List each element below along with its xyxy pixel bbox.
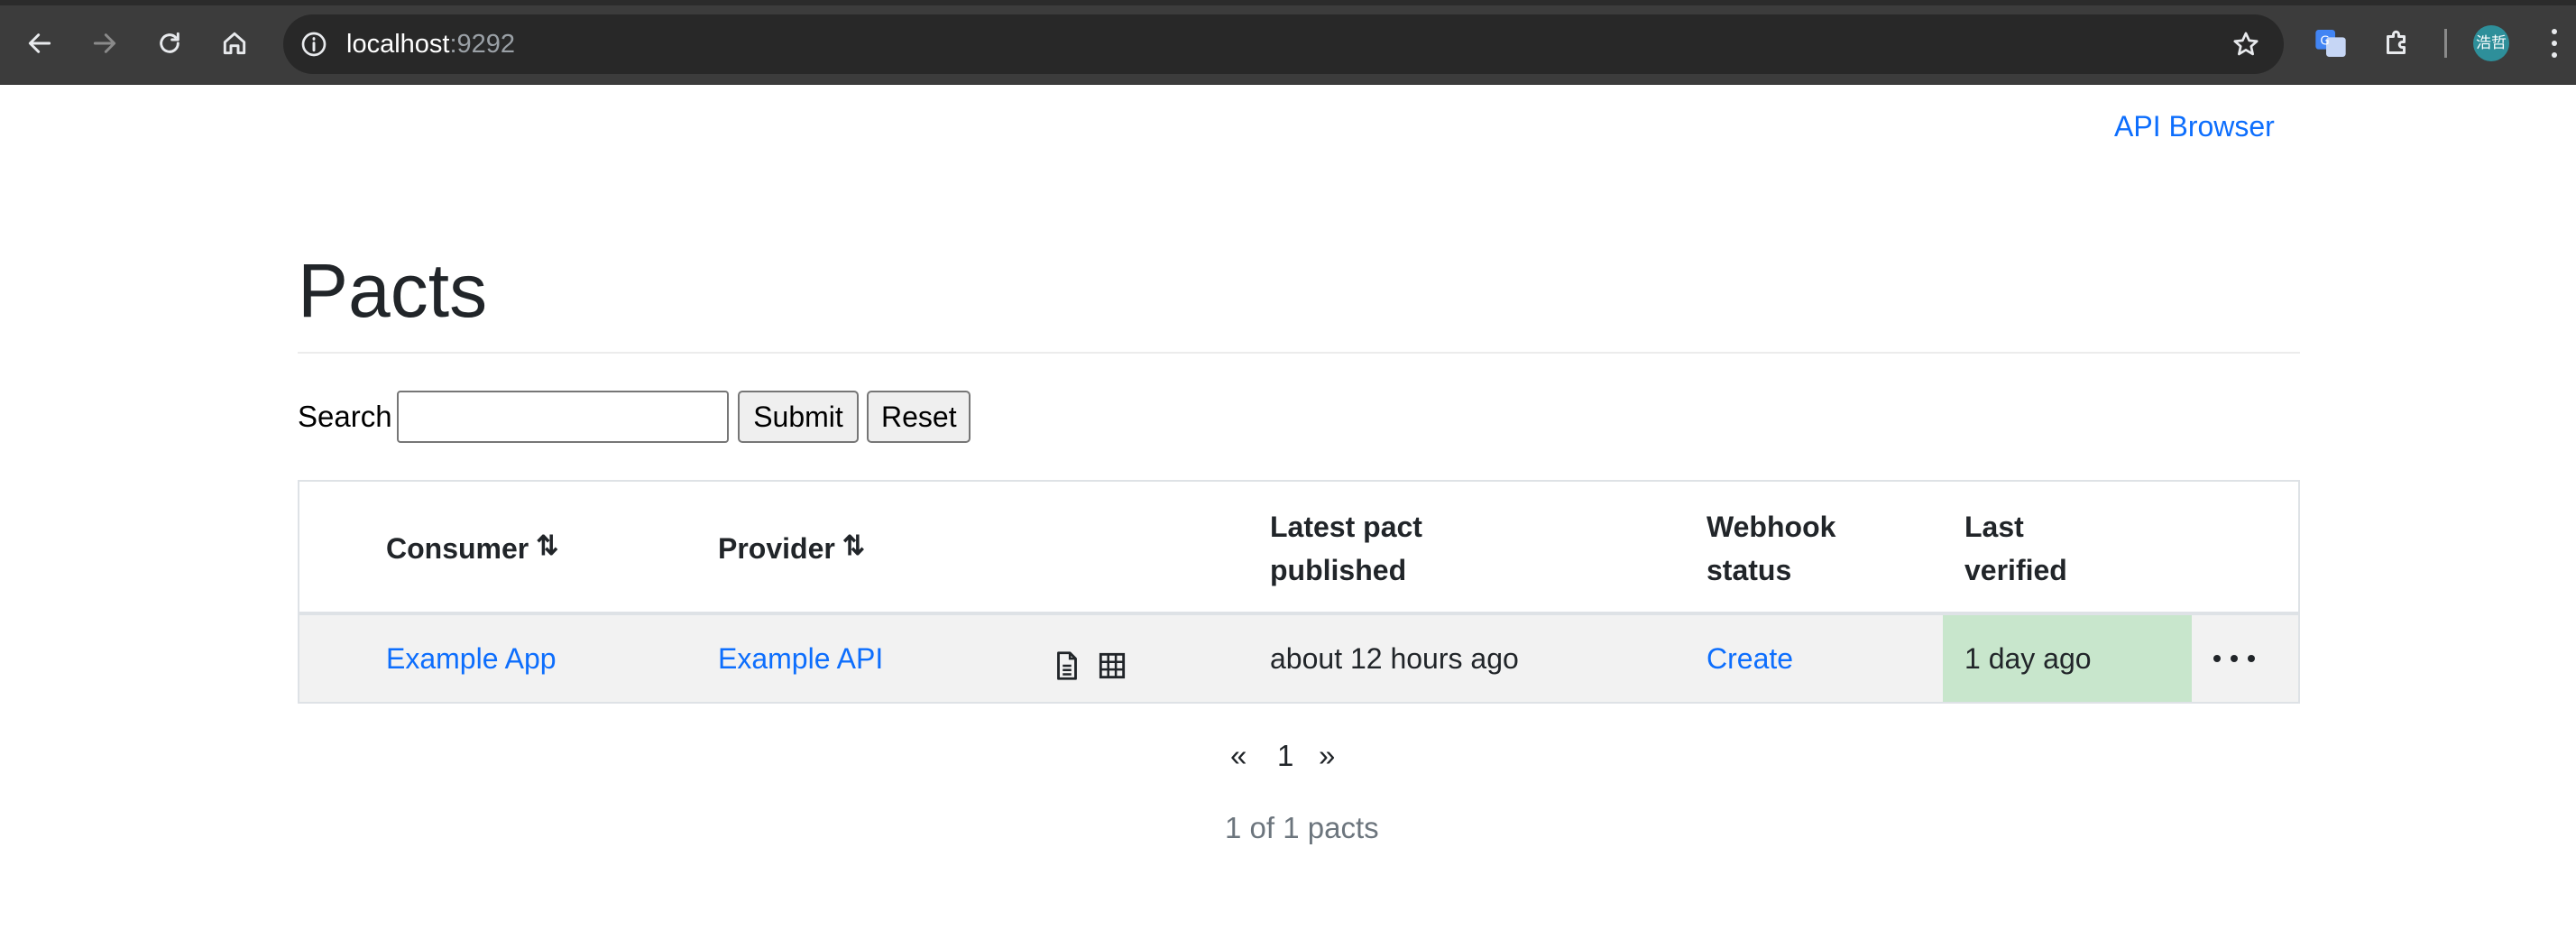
menu-dot xyxy=(2552,52,2557,58)
menu-dot xyxy=(2552,29,2557,34)
address-bar[interactable]: localhost:9292 xyxy=(283,14,2284,74)
ellipsis-icon xyxy=(2213,655,2221,662)
webhook-status-column-header: Webhook status xyxy=(1707,505,1835,592)
document-icon[interactable] xyxy=(1050,649,1084,683)
last-verified-cell: 1 day ago xyxy=(1943,615,2192,702)
page-title: Pacts xyxy=(298,248,488,333)
url-port: :9292 xyxy=(449,30,516,59)
search-input[interactable] xyxy=(397,391,729,443)
consumer-header-label: Consumer xyxy=(386,532,529,565)
profile-avatar[interactable]: 浩哲 xyxy=(2473,25,2509,61)
sort-icon[interactable]: ⇅ xyxy=(842,531,865,561)
consumer-column-header[interactable]: Consumer ⇅ xyxy=(386,527,558,572)
header-line: Webhook xyxy=(1707,511,1836,543)
last-verified-column-header: Last verified xyxy=(1964,505,2067,592)
pagination-summary: 1 of 1 pacts xyxy=(1225,811,1379,844)
header-line: status xyxy=(1707,554,1792,586)
puzzle-icon xyxy=(2387,30,2406,54)
reset-button[interactable]: Reset xyxy=(867,391,971,443)
bookmark-button[interactable] xyxy=(2228,26,2264,62)
back-arrow-icon xyxy=(28,33,51,53)
menu-dot xyxy=(2552,41,2557,46)
toolbar-separator xyxy=(2444,29,2447,58)
url-host: localhost xyxy=(346,30,450,59)
ellipsis-icon xyxy=(2248,655,2255,662)
translate-extension-button[interactable]: G xyxy=(2307,20,2354,67)
url-text[interactable]: localhost:9292 xyxy=(346,28,515,60)
create-webhook-link[interactable]: Create xyxy=(1707,642,1793,675)
forward-arrow-icon xyxy=(93,33,116,53)
consumer-link[interactable]: Example App xyxy=(386,642,557,675)
info-icon xyxy=(301,32,327,57)
star-icon xyxy=(2233,32,2259,56)
forward-button[interactable] xyxy=(83,22,126,65)
header-line: verified xyxy=(1964,554,2067,586)
title-divider xyxy=(298,352,2300,354)
provider-header-label: Provider xyxy=(718,532,835,565)
ellipsis-icon xyxy=(2231,655,2238,662)
home-icon xyxy=(223,32,246,55)
browser-menu-button[interactable] xyxy=(2544,25,2565,61)
home-button[interactable] xyxy=(213,22,256,65)
latest-published-column-header: Latest pact published xyxy=(1270,505,1422,592)
reload-button[interactable] xyxy=(148,22,191,65)
header-line: Last xyxy=(1964,511,2024,543)
grid-icon[interactable] xyxy=(1095,649,1129,683)
provider-link[interactable]: Example API xyxy=(718,642,883,675)
row-actions-button[interactable] xyxy=(2213,642,2255,675)
consumer-cell: Example App xyxy=(386,640,557,677)
search-label: Search xyxy=(298,400,392,433)
translate-icon: G xyxy=(2315,30,2346,57)
last-verified-value: 1 day ago xyxy=(1964,642,2092,675)
provider-cell: Example API xyxy=(718,640,883,677)
svg-text:G: G xyxy=(2320,35,2329,49)
site-info-button[interactable] xyxy=(296,26,332,62)
provider-column-header[interactable]: Provider ⇅ xyxy=(718,527,865,572)
latest-published-cell: about 12 hours ago xyxy=(1270,642,1519,675)
submit-button[interactable]: Submit xyxy=(738,391,859,443)
reload-icon xyxy=(160,32,179,53)
pact-action-icons xyxy=(1050,648,1129,684)
browser-toolbar: localhost:9292 G 浩哲 xyxy=(0,0,2576,85)
pagination-prev[interactable]: « xyxy=(1230,738,1247,774)
sort-icon[interactable]: ⇅ xyxy=(536,531,558,561)
table-row: Example App Example API about 12 hours a… xyxy=(299,615,2298,702)
table-header: Consumer ⇅ Provider ⇅ Latest pact publishe… xyxy=(299,482,2298,615)
header-line: published xyxy=(1270,554,1407,586)
pacts-table: Consumer ⇅ Provider ⇅ Latest pact publishe… xyxy=(298,480,2300,704)
back-button[interactable] xyxy=(18,22,61,65)
webhook-status-cell: Create xyxy=(1707,640,1793,677)
extensions-button[interactable] xyxy=(2374,20,2421,67)
pagination-page[interactable]: 1 xyxy=(1277,738,1293,774)
tab-strip-edge xyxy=(0,0,2576,5)
api-browser-link[interactable]: API Browser xyxy=(2114,108,2275,144)
header-line: Latest pact xyxy=(1270,511,1422,543)
pagination-next[interactable]: » xyxy=(1319,738,1335,774)
